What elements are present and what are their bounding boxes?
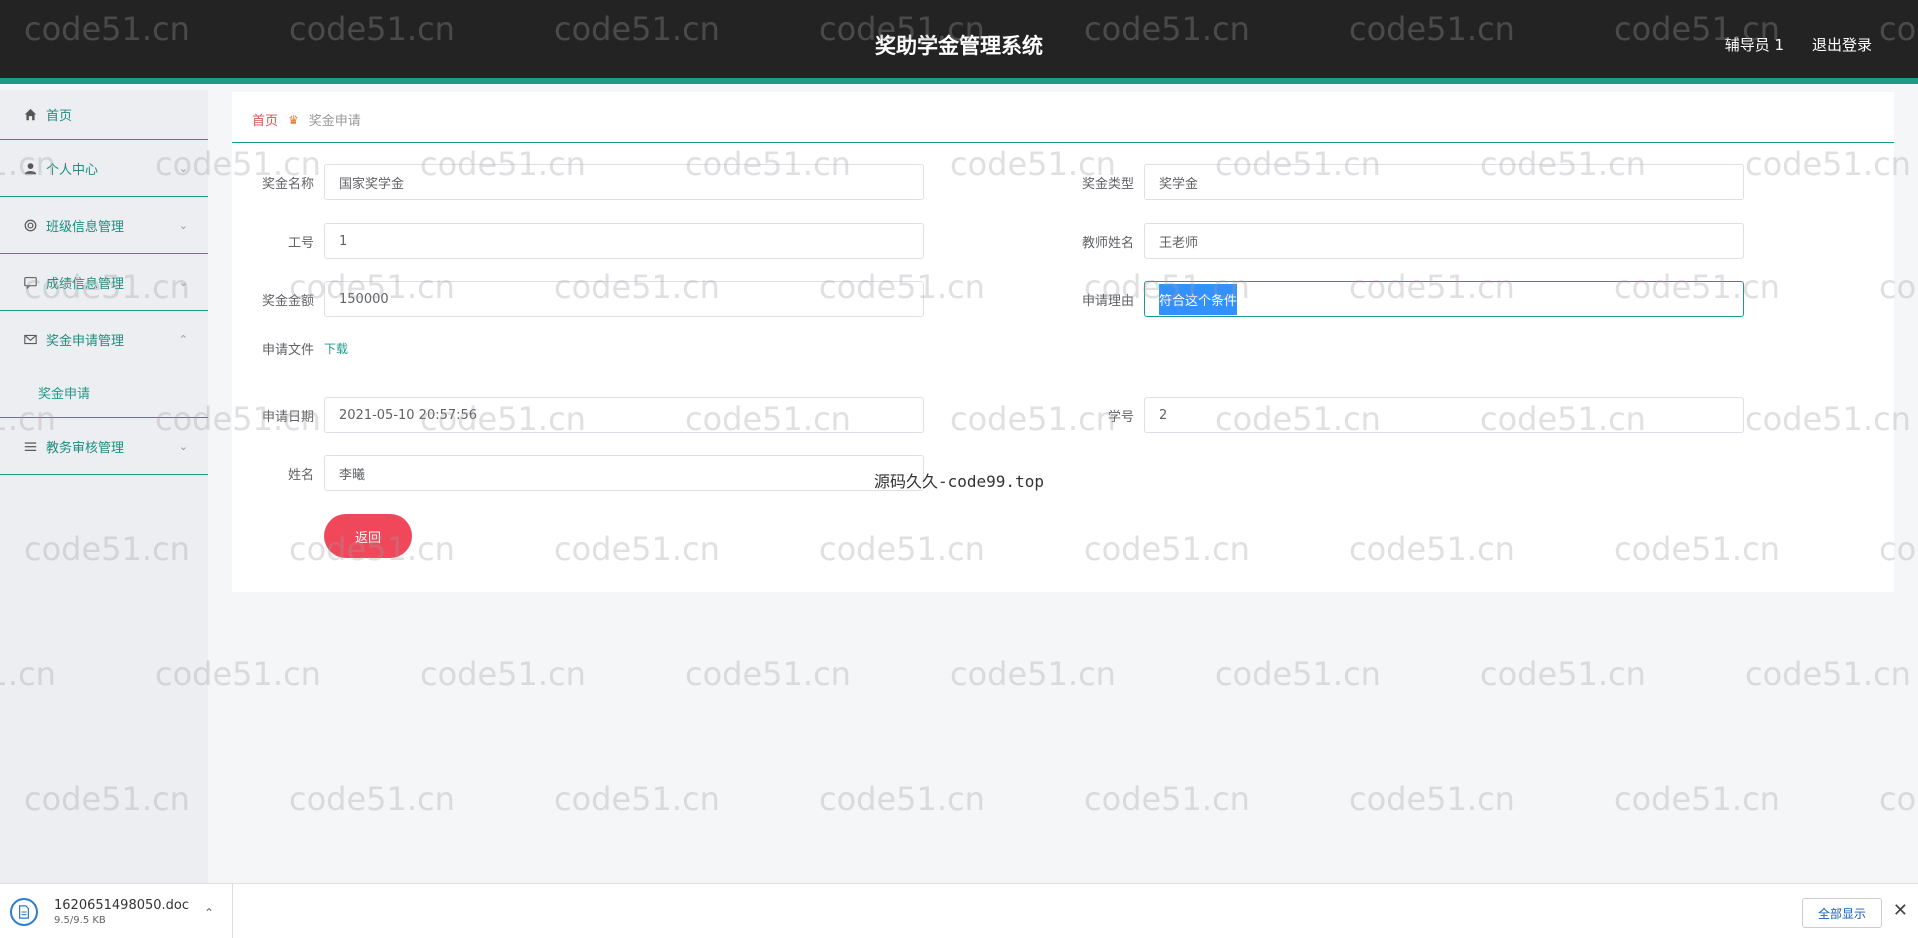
watermark-text: code51.cn bbox=[1614, 780, 1780, 818]
sidebar-item-label: 首页 bbox=[46, 109, 73, 124]
award-type-field: 奖金类型 奖学金 bbox=[1062, 164, 1744, 200]
download-bar: 1620651498050.doc 9.5/9.5 KB ⌃ 全部显示 ✕ bbox=[0, 883, 1918, 938]
sidebar: 首页 个人中心 ⌄ 班级信息管理 ⌄ 成绩信息管理 ⌄ 奖金申请管理 ⌃ 奖金申… bbox=[0, 90, 208, 883]
sidebar-item-label: 个人中心 bbox=[46, 162, 99, 178]
chevron-up-icon[interactable]: ⌃ bbox=[204, 906, 214, 920]
reason-input[interactable]: 符合这个条件 bbox=[1144, 281, 1744, 317]
job-no-field: 工号 1 bbox=[242, 223, 924, 259]
back-button[interactable]: 返回 bbox=[324, 514, 412, 558]
logout-link[interactable]: 退出登录 bbox=[1812, 34, 1872, 55]
chevron-down-icon: ⌄ bbox=[178, 275, 188, 289]
file-field: 申请文件 下载 bbox=[242, 339, 348, 358]
watermark-text: code51.cn bbox=[950, 655, 1116, 693]
amount-input[interactable]: 150000 bbox=[324, 281, 924, 317]
watermark-text: code51.cn bbox=[1745, 655, 1911, 693]
breadcrumb-home[interactable]: 首页 bbox=[252, 110, 278, 129]
student-no-input[interactable]: 2 bbox=[1144, 397, 1744, 433]
teacher-field: 教师姓名 王老师 bbox=[1062, 223, 1744, 259]
name-field: 姓名 李曦 bbox=[242, 455, 924, 491]
student-no-label: 学号 bbox=[1107, 409, 1134, 425]
top-header: 奖助学金管理系统 辅导员 1 退出登录 bbox=[0, 0, 1918, 84]
current-user: 辅导员 1 bbox=[1724, 36, 1784, 54]
amount-field: 奖金金额 150000 bbox=[242, 281, 924, 317]
name-label: 姓名 bbox=[287, 467, 314, 483]
award-name-input[interactable]: 国家奖学金 bbox=[324, 164, 924, 200]
breadcrumb: 首页 ♛ 奖金申请 bbox=[252, 110, 361, 130]
mail-icon bbox=[22, 332, 38, 348]
watermark-text: code51.cn bbox=[1084, 780, 1250, 818]
sidebar-item-label: 教务审核管理 bbox=[46, 440, 125, 456]
chevron-up-icon: ⌃ bbox=[178, 333, 188, 346]
watermark-text: code51.cn bbox=[1480, 655, 1646, 693]
sidebar-item-personal-center[interactable]: 个人中心 ⌄ bbox=[0, 140, 208, 197]
close-icon[interactable]: ✕ bbox=[1893, 900, 1908, 921]
chat-icon bbox=[22, 274, 38, 290]
student-no-field: 学号 2 bbox=[1062, 397, 1744, 433]
sidebar-item-award-apply-mgmt[interactable]: 奖金申请管理 ⌃ bbox=[0, 311, 208, 368]
chevron-down-icon: ⌄ bbox=[178, 161, 188, 175]
divider bbox=[232, 884, 233, 938]
award-name-field: 奖金名称 国家奖学金 bbox=[242, 164, 924, 200]
show-all-button[interactable]: 全部显示 bbox=[1802, 898, 1882, 928]
date-input[interactable]: 2021-05-10 20:57:56 bbox=[324, 397, 924, 433]
breadcrumb-divider bbox=[232, 142, 1894, 143]
sidebar-subitem-award-apply[interactable]: 奖金申请 bbox=[0, 368, 208, 418]
app-title: 奖助学金管理系统 bbox=[875, 34, 1043, 58]
award-name-label: 奖金名称 bbox=[261, 176, 314, 192]
teacher-label: 教师姓名 bbox=[1081, 235, 1134, 251]
amount-label: 奖金金额 bbox=[261, 293, 314, 309]
award-type-input[interactable]: 奖学金 bbox=[1144, 164, 1744, 200]
reason-field: 申请理由 符合这个条件 bbox=[1062, 281, 1744, 317]
date-field: 申请日期 2021-05-10 20:57:56 bbox=[242, 397, 924, 433]
circle-icon bbox=[22, 217, 38, 233]
overlay-watermark-text: 源码久久-code99.top bbox=[874, 472, 1044, 491]
job-no-label: 工号 bbox=[287, 235, 314, 251]
home-icon bbox=[22, 107, 38, 123]
download-size: 9.5/9.5 KB bbox=[54, 915, 106, 926]
award-type-label: 奖金类型 bbox=[1081, 176, 1134, 192]
watermark-text: code51.cn bbox=[685, 655, 851, 693]
teacher-input[interactable]: 王老师 bbox=[1144, 223, 1744, 259]
sidebar-item-class-info[interactable]: 班级信息管理 ⌄ bbox=[0, 197, 208, 254]
watermark-text: code51.cn bbox=[1349, 780, 1515, 818]
reason-selected-text: 符合这个条件 bbox=[1159, 283, 1238, 315]
crown-icon: ♛ bbox=[288, 112, 299, 127]
watermark-text: code51.cn bbox=[289, 780, 455, 818]
sidebar-item-score-info[interactable]: 成绩信息管理 ⌄ bbox=[0, 254, 208, 311]
watermark-text: code51.cn bbox=[819, 780, 985, 818]
sidebar-item-label: 班级信息管理 bbox=[46, 219, 125, 235]
chevron-down-icon: ⌄ bbox=[178, 218, 188, 232]
document-icon bbox=[10, 898, 38, 926]
date-label: 申请日期 bbox=[261, 409, 314, 425]
watermark-text: code51.cn bbox=[420, 655, 586, 693]
watermark-text: code51.cn bbox=[1215, 655, 1381, 693]
sidebar-item-home[interactable]: 首页 bbox=[0, 90, 208, 140]
download-link[interactable]: 下载 bbox=[324, 340, 348, 357]
job-no-input[interactable]: 1 bbox=[324, 223, 924, 259]
breadcrumb-current: 奖金申请 bbox=[308, 114, 361, 129]
main-content: 首页 ♛ 奖金申请 奖金名称 国家奖学金 工号 1 奖金金额 150000 申请… bbox=[232, 92, 1894, 592]
sidebar-item-label: 奖金申请管理 bbox=[46, 334, 125, 349]
file-label: 申请文件 bbox=[261, 343, 314, 358]
chevron-down-icon: ⌄ bbox=[178, 439, 188, 453]
reason-label: 申请理由 bbox=[1081, 293, 1134, 309]
watermark-text: code51.cn bbox=[554, 780, 720, 818]
list-icon bbox=[22, 438, 38, 454]
user-icon bbox=[22, 160, 38, 176]
watermark-text: code51.cn bbox=[1879, 780, 1918, 818]
download-filename: 1620651498050.doc bbox=[54, 898, 190, 913]
sidebar-item-label: 成绩信息管理 bbox=[46, 276, 125, 292]
download-item[interactable]: 1620651498050.doc 9.5/9.5 KB bbox=[10, 892, 234, 932]
sidebar-item-academic-review[interactable]: 教务审核管理 ⌄ bbox=[0, 418, 208, 475]
name-input[interactable]: 李曦 bbox=[324, 455, 924, 491]
